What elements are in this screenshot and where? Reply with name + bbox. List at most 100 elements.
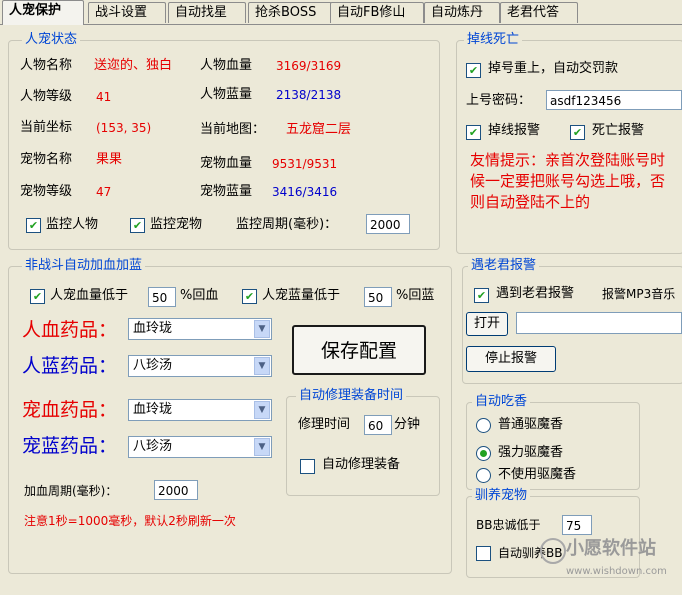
char-level-label: 人物等级 xyxy=(20,89,73,104)
password-input[interactable]: asdf123456 xyxy=(546,90,682,110)
tab-laojun-answer[interactable]: 老君代答 xyxy=(500,2,578,23)
char-mp-drug-select[interactable]: 八珍汤 ▼ xyxy=(128,355,272,377)
incense-normal-label: 普通驱魔香 xyxy=(498,417,564,432)
monitor-period-label: 监控周期(毫秒)： xyxy=(236,217,338,232)
watermark-text: 小愿软件站 xyxy=(566,538,656,559)
incense-strong-radio[interactable] xyxy=(476,446,491,461)
pet-mp-label: 宠物蓝量 xyxy=(200,184,253,199)
char-mp-value: 2138/2138 xyxy=(276,88,342,102)
pet-hp-value: 9531/9531 xyxy=(272,157,338,171)
chevron-down-icon[interactable]: ▼ xyxy=(254,438,270,456)
monitor-period-input[interactable]: 2000 xyxy=(366,214,410,234)
status-group-title: 人宠状态 xyxy=(22,32,81,48)
heal-period-label: 加血周期(毫秒)： xyxy=(24,484,118,498)
char-hp-drug-label: 人血药品： xyxy=(22,319,118,341)
pet-hp-drug-select[interactable]: 血玲珑 ▼ xyxy=(128,399,272,421)
char-mp-drug-label: 人蓝药品： xyxy=(22,355,118,377)
relogin-checkbox[interactable]: ✔ xyxy=(466,63,481,78)
char-mp-label: 人物蓝量 xyxy=(200,87,253,102)
auto-repair-checkbox[interactable] xyxy=(300,459,315,474)
repair-time-unit: 分钟 xyxy=(394,417,421,432)
friendly-tip: 友情提示：亲首次登陆账号时候一定要把账号勾选上哦，否则自动登陆不上的 xyxy=(470,151,666,211)
laojun-alarm-checkbox[interactable]: ✔ xyxy=(474,288,489,303)
disconnect-group-title: 掉线死亡 xyxy=(464,32,523,48)
mp-threshold-label: 人宠蓝量低于 xyxy=(262,288,341,303)
monitor-pet-label: 监控宠物 xyxy=(150,217,203,232)
watermark-url: www.wishdown.com xyxy=(566,566,667,577)
open-file-button[interactable]: 打开 xyxy=(466,312,508,336)
char-hp-label: 人物血量 xyxy=(200,58,253,73)
map-value: 五龙窟二层 xyxy=(286,122,352,137)
pet-mp-drug-label: 宠蓝药品： xyxy=(22,435,118,457)
map-label: 当前地图： xyxy=(200,122,266,137)
save-config-button[interactable]: 保存配置 xyxy=(292,325,426,375)
coord-label: 当前坐标 xyxy=(20,120,73,135)
pet-hp-drug-label: 宠血药品： xyxy=(22,399,118,421)
heal-period-input[interactable]: 2000 xyxy=(154,480,198,500)
repair-time-input[interactable]: 60 xyxy=(364,415,392,435)
relogin-label: 掉号重上，自动交罚款 xyxy=(488,61,619,76)
tab-fb-mountain[interactable]: 自动FB修山 xyxy=(330,2,424,23)
tab-auto-alchemy[interactable]: 自动炼丹 xyxy=(424,2,500,23)
char-level-value: 41 xyxy=(96,90,112,104)
monitor-char-checkbox[interactable]: ✔ xyxy=(26,218,41,233)
auto-repair-label: 自动修理装备 xyxy=(322,457,401,472)
stop-alarm-button[interactable]: 停止报警 xyxy=(466,346,556,372)
death-alarm-checkbox[interactable]: ✔ xyxy=(570,125,585,140)
coord-value: (153, 35) xyxy=(96,121,152,135)
mp-threshold-checkbox[interactable]: ✔ xyxy=(242,289,257,304)
pet-level-value: 47 xyxy=(96,185,112,199)
auto-tame-checkbox[interactable] xyxy=(476,546,491,561)
chevron-down-icon[interactable]: ▼ xyxy=(254,320,270,338)
disconnect-alarm-label: 掉线报警 xyxy=(488,123,541,138)
laojun-alarm-label: 遇到老君报警 xyxy=(496,286,575,301)
tab-bar: 人宠保护 战斗设置 自动找星 抢杀BOSS 自动FB修山 自动炼丹 老君代答 xyxy=(0,0,682,25)
heal-group-title: 非战斗自动加血加蓝 xyxy=(22,258,146,274)
char-hp-drug-select[interactable]: 血玲珑 ▼ xyxy=(128,318,272,340)
tab-kill-boss[interactable]: 抢杀BOSS xyxy=(248,2,332,23)
incense-group-title: 自动吃香 xyxy=(472,394,531,410)
monitor-char-label: 监控人物 xyxy=(46,217,99,232)
tame-group-title: 驯养宠物 xyxy=(472,488,531,504)
hp-threshold-input[interactable]: 50 xyxy=(148,287,176,307)
mp3-label: 报警MP3音乐 xyxy=(602,287,676,301)
pet-hp-drug-value: 血玲珑 xyxy=(133,402,173,417)
chevron-down-icon[interactable]: ▼ xyxy=(254,357,270,375)
heal-note: 注意1秒=1000毫秒，默认2秒刷新一次 xyxy=(24,514,236,528)
pet-mp-drug-value: 八珍汤 xyxy=(133,439,173,454)
pet-mp-drug-select[interactable]: 八珍汤 ▼ xyxy=(128,436,272,458)
repair-group-title: 自动修理装备时间 xyxy=(296,388,407,404)
repair-group xyxy=(286,396,440,496)
incense-none-label: 不使用驱魔香 xyxy=(498,467,577,482)
loyalty-input[interactable]: 75 xyxy=(562,515,592,535)
incense-none-radio[interactable] xyxy=(476,468,491,483)
pet-name-label: 宠物名称 xyxy=(20,152,73,167)
pet-mp-value: 3416/3416 xyxy=(272,185,338,199)
death-alarm-label: 死亡报警 xyxy=(592,123,645,138)
pet-hp-label: 宠物血量 xyxy=(200,156,253,171)
disconnect-alarm-checkbox[interactable]: ✔ xyxy=(466,125,481,140)
hp-threshold-checkbox[interactable]: ✔ xyxy=(30,289,45,304)
chevron-down-icon[interactable]: ▼ xyxy=(254,401,270,419)
monitor-pet-checkbox[interactable]: ✔ xyxy=(130,218,145,233)
char-hp-value: 3169/3169 xyxy=(276,59,342,73)
char-mp-drug-value: 八珍汤 xyxy=(133,358,173,373)
mp-threshold-suffix: %回蓝 xyxy=(396,288,435,303)
pet-name-value: 果果 xyxy=(96,152,123,167)
loyalty-label: BB忠诚低于 xyxy=(476,518,541,532)
password-label: 上号密码： xyxy=(466,93,532,108)
incense-normal-radio[interactable] xyxy=(476,418,491,433)
watermark-logo-icon xyxy=(540,538,566,564)
char-name-value: 送迩的、独白 xyxy=(94,58,173,73)
pet-level-label: 宠物等级 xyxy=(20,184,73,199)
mp-threshold-input[interactable]: 50 xyxy=(364,287,392,307)
tab-battle-settings[interactable]: 战斗设置 xyxy=(88,2,166,23)
incense-strong-label: 强力驱魔香 xyxy=(498,445,564,460)
char-hp-drug-value: 血玲珑 xyxy=(133,321,173,336)
hp-threshold-suffix: %回血 xyxy=(180,288,219,303)
hp-threshold-label: 人宠血量低于 xyxy=(50,288,129,303)
tab-pet-protect[interactable]: 人宠保护 xyxy=(2,0,84,25)
tab-auto-find-star[interactable]: 自动找星 xyxy=(168,2,246,23)
laojun-group-title: 遇老君报警 xyxy=(468,258,540,274)
mp3-path-input[interactable] xyxy=(516,312,682,334)
